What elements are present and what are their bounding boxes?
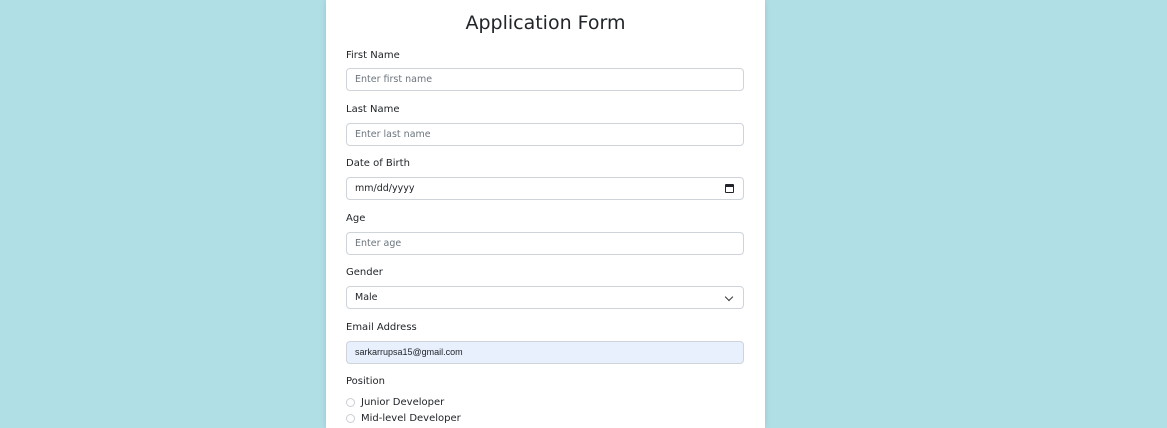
- email-input[interactable]: sarkarrupsa15@gmail.com: [346, 341, 744, 364]
- position-option-mid[interactable]: Mid-level Developer: [346, 411, 461, 425]
- radio-button[interactable]: [346, 413, 355, 423]
- age-label: Age: [346, 213, 366, 224]
- age-input[interactable]: Enter age: [346, 232, 744, 255]
- gender-select[interactable]: Male: [346, 286, 744, 309]
- email-label: Email Address: [346, 322, 417, 333]
- gender-selected-value: Male: [355, 292, 378, 303]
- position-option-label: Mid-level Developer: [361, 412, 461, 424]
- first-name-input[interactable]: Enter first name: [346, 68, 744, 91]
- position-option-junior[interactable]: Junior Developer: [346, 395, 444, 409]
- form-title: Application Form: [465, 12, 626, 34]
- dob-input[interactable]: mm/dd/yyyy: [346, 177, 744, 200]
- application-form-card: Application Form First Name Enter first …: [326, 0, 765, 428]
- gender-label: Gender: [346, 267, 383, 278]
- calendar-icon[interactable]: [725, 184, 734, 193]
- radio-button[interactable]: [346, 397, 355, 407]
- position-label: Position: [346, 376, 385, 387]
- last-name-input[interactable]: Enter last name: [346, 123, 744, 146]
- position-option-label: Junior Developer: [361, 396, 445, 408]
- dob-placeholder: mm/dd/yyyy: [355, 183, 415, 194]
- last-name-label: Last Name: [346, 104, 400, 115]
- chevron-down-icon: [724, 292, 734, 302]
- first-name-label: First Name: [346, 50, 400, 61]
- dob-label: Date of Birth: [346, 158, 410, 169]
